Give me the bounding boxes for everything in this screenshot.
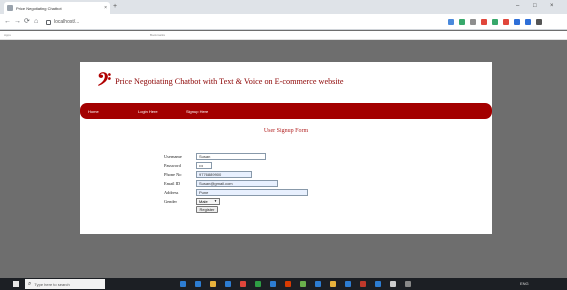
- taskbar-app-icon[interactable]: [255, 281, 261, 287]
- taskbar-app-icon[interactable]: [375, 281, 381, 287]
- extension-icon[interactable]: [459, 19, 465, 25]
- taskbar-app-icon[interactable]: [285, 281, 291, 287]
- taskbar-app-icon[interactable]: [225, 281, 231, 287]
- page-title: User Signup Form: [263, 128, 309, 134]
- extension-icon[interactable]: [514, 19, 520, 25]
- bookmarks-bar: Apps Bookmarks: [0, 31, 567, 40]
- info-icon[interactable]: [46, 19, 51, 25]
- taskbar-app-icon[interactable]: [360, 281, 366, 287]
- forward-button[interactable]: →: [14, 17, 21, 27]
- browser-toolbar: ← → ⟳ ⌂ localhost/...: [0, 14, 567, 30]
- taskbar-app-icon[interactable]: [180, 281, 186, 287]
- nav-signup-link[interactable]: Signup Here: [186, 109, 208, 114]
- browser-tab[interactable]: Price Negotiating Chatbot ×: [4, 2, 110, 14]
- website-container: 𝄢 Price Negotiating Chatbot with Text & …: [80, 62, 492, 234]
- taskbar-app-icon[interactable]: [390, 281, 396, 287]
- extension-icon[interactable]: [503, 19, 509, 25]
- form-row-address: Address Pune: [164, 188, 308, 196]
- home-button[interactable]: ⌂: [34, 17, 38, 27]
- taskbar-app-icon[interactable]: [315, 281, 321, 287]
- password-field[interactable]: •••: [196, 161, 212, 169]
- tab-title: Price Negotiating Chatbot: [16, 5, 62, 11]
- gender-label: Gender: [164, 198, 177, 204]
- browser-tabstrip: Price Negotiating Chatbot × + – □ ×: [0, 0, 567, 14]
- username-field[interactable]: Susan: [196, 152, 266, 160]
- windows-taskbar: ⌕ Type here to search ENG: [0, 278, 567, 290]
- form-row-password: Password •••: [164, 161, 212, 169]
- site-title: Price Negotiating Chatbot with Text & Vo…: [115, 77, 344, 86]
- form-row-username: Username Susan: [164, 152, 266, 160]
- extension-icon[interactable]: [470, 19, 476, 25]
- maximize-button[interactable]: □: [533, 1, 537, 11]
- email-label: Email ID: [164, 180, 181, 186]
- taskbar-app-icon[interactable]: [210, 281, 216, 287]
- taskbar-search-box[interactable]: ⌕ Type here to search: [25, 279, 105, 289]
- gender-select[interactable]: Male ▼: [196, 197, 220, 205]
- logo-icon: 𝄢: [97, 68, 112, 95]
- phone-field[interactable]: 9776889900: [196, 170, 252, 178]
- back-button[interactable]: ←: [4, 17, 11, 27]
- new-tab-button[interactable]: +: [113, 2, 117, 12]
- form-row-email: Email ID Susan@gmail.com: [164, 179, 278, 187]
- extension-icon[interactable]: [448, 19, 454, 25]
- site-navbar: Home Login Here Signup Here: [80, 103, 492, 119]
- tray-language[interactable]: ENG: [520, 281, 529, 286]
- search-placeholder: Type here to search: [34, 281, 70, 287]
- taskbar-app-icon[interactable]: [345, 281, 351, 287]
- phone-label: Phone No: [164, 171, 182, 177]
- taskbar-app-icon[interactable]: [405, 281, 411, 287]
- address-bar[interactable]: localhost/...: [46, 17, 356, 27]
- extension-icon[interactable]: [492, 19, 498, 25]
- reload-button[interactable]: ⟳: [24, 17, 30, 27]
- bookmark-apps[interactable]: Apps: [4, 33, 11, 37]
- username-label: Username: [164, 153, 182, 159]
- chevron-down-icon: ▼: [214, 199, 217, 203]
- gender-value: Male: [199, 198, 208, 204]
- search-icon: ⌕: [28, 280, 32, 287]
- email-field[interactable]: Susan@gmail.com: [196, 179, 278, 187]
- nav-home-link[interactable]: Home: [88, 109, 99, 114]
- address-field[interactable]: Pune: [196, 188, 308, 196]
- taskbar-app-icon[interactable]: [330, 281, 336, 287]
- minimize-button[interactable]: –: [516, 1, 519, 11]
- windows-start-icon[interactable]: [13, 281, 19, 287]
- close-tab-icon[interactable]: ×: [104, 5, 107, 11]
- extension-icon[interactable]: [536, 19, 542, 25]
- close-window-button[interactable]: ×: [550, 1, 554, 11]
- password-label: Password: [164, 162, 181, 168]
- url-text: localhost/...: [54, 19, 80, 25]
- bookmark-link[interactable]: Bookmarks: [150, 33, 165, 37]
- extension-icon[interactable]: [525, 19, 531, 25]
- form-row-phone: Phone No 9776889900: [164, 170, 252, 178]
- form-row-gender: Gender Male ▼: [164, 197, 220, 205]
- register-button[interactable]: Register: [196, 206, 218, 213]
- taskbar-app-icon[interactable]: [300, 281, 306, 287]
- taskbar-app-icon[interactable]: [240, 281, 246, 287]
- extension-icon[interactable]: [481, 19, 487, 25]
- taskbar-app-icon[interactable]: [270, 281, 276, 287]
- favicon-icon: [7, 5, 13, 11]
- nav-login-link[interactable]: Login Here: [138, 109, 158, 114]
- site-banner: 𝄢 Price Negotiating Chatbot with Text & …: [80, 62, 492, 101]
- taskbar-app-icon[interactable]: [195, 281, 201, 287]
- address-label: Address: [164, 189, 179, 195]
